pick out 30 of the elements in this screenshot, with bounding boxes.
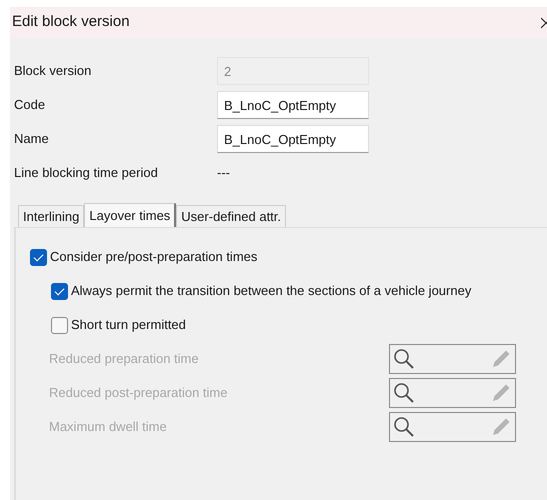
- tab[interactable]: Interlining: [18, 205, 84, 227]
- search-icon[interactable]: [393, 382, 415, 404]
- pencil-icon[interactable]: [490, 348, 512, 370]
- field-label: Maximum dwell time: [49, 418, 168, 436]
- checkbox[interactable]: [51, 316, 68, 334]
- text-field[interactable]: B_LnoC_OptEmpty: [217, 125, 369, 153]
- close-icon[interactable]: [541, 16, 547, 28]
- tab[interactable]: Layover times: [84, 203, 176, 227]
- search-icon[interactable]: [393, 348, 415, 370]
- window-title: Edit block version: [12, 12, 130, 32]
- field-value: ---: [217, 164, 230, 182]
- pencil-icon[interactable]: [490, 416, 512, 438]
- field-label: Reduced preparation time: [49, 350, 200, 368]
- lookup-field[interactable]: [389, 378, 516, 408]
- field-label: Line blocking time period: [14, 164, 159, 182]
- text-field[interactable]: B_LnoC_OptEmpty: [217, 91, 369, 119]
- pencil-icon[interactable]: [490, 382, 512, 404]
- field-label: Block version: [14, 62, 92, 80]
- search-icon[interactable]: [393, 416, 415, 438]
- tab[interactable]: User-defined attr.: [176, 205, 286, 227]
- checkbox-label: Short turn permitted: [71, 316, 186, 334]
- field-label: Code: [14, 96, 46, 114]
- field-label: Name: [14, 130, 50, 148]
- field-label: Reduced post-preparation time: [49, 384, 228, 402]
- checkbox[interactable]: [30, 248, 47, 266]
- checkbox-label: Consider pre/post-preparation times: [50, 248, 258, 266]
- checkbox[interactable]: [51, 282, 68, 300]
- lookup-field[interactable]: [389, 412, 516, 442]
- checkbox-label: Always permit the transition between the sections of a vehicle journey: [71, 282, 472, 300]
- lookup-field[interactable]: [389, 344, 516, 374]
